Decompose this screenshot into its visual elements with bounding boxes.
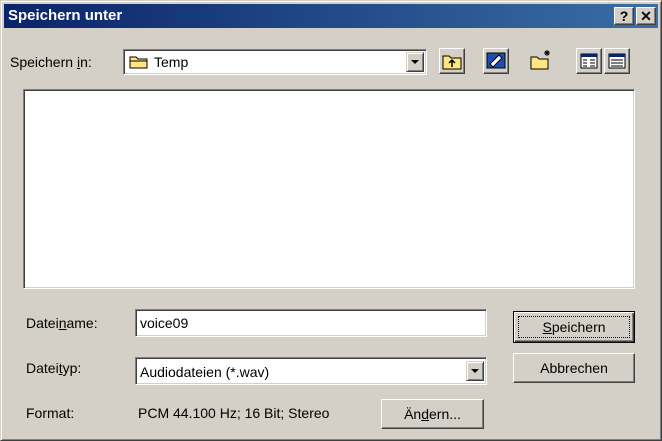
list-view-button[interactable] [576,48,602,74]
window-title: Speichern unter [8,7,123,24]
filename-label: Dateiname: [26,315,98,331]
filetype-dropdown-arrow[interactable] [466,361,484,381]
filename-value: voice09 [140,315,189,331]
desktop-button[interactable] [483,48,509,74]
focus-rect [518,316,630,338]
filetype-combo[interactable]: Audiodateien (*.wav) [135,357,487,385]
desktop-icon [486,52,506,69]
close-icon: ✕ [640,8,652,24]
title-bar[interactable]: Speichern unter ? ✕ [4,4,658,28]
cancel-button[interactable]: Abbrechen [513,353,635,383]
filetype-value: Audiodateien (*.wav) [140,364,270,380]
up-one-level-button[interactable] [439,48,465,74]
list-view-icon [580,53,598,69]
close-button[interactable]: ✕ [636,7,656,25]
cancel-button-label: Abbrechen [540,360,608,376]
up-one-level-icon [442,55,462,70]
filename-input[interactable]: voice09 [135,309,487,337]
format-label: Format: [26,405,75,421]
save-button[interactable]: Speichern [513,311,635,343]
save-in-dropdown-arrow[interactable] [406,52,424,72]
details-view-icon [608,53,626,69]
help-button[interactable]: ? [614,7,634,25]
help-icon: ? [619,8,629,24]
filetype-label: Dateityp: [26,360,82,376]
change-format-button-label: Ändern... [404,406,461,422]
format-value: PCM 44.100 Hz; 16 Bit; Stereo [138,405,330,421]
save-as-dialog: Speichern unter ? ✕ Speichern in: Temp D… [0,0,662,441]
save-in-value: Temp [154,54,189,70]
details-view-button[interactable] [604,48,630,74]
new-folder-button[interactable] [529,48,555,74]
folder-icon [129,56,148,69]
save-in-combo[interactable]: Temp [123,49,427,75]
new-folder-icon [530,50,550,70]
save-in-label: Speichern in: [10,54,92,70]
change-format-button[interactable]: Ändern... [381,399,484,429]
file-list[interactable] [23,89,635,289]
